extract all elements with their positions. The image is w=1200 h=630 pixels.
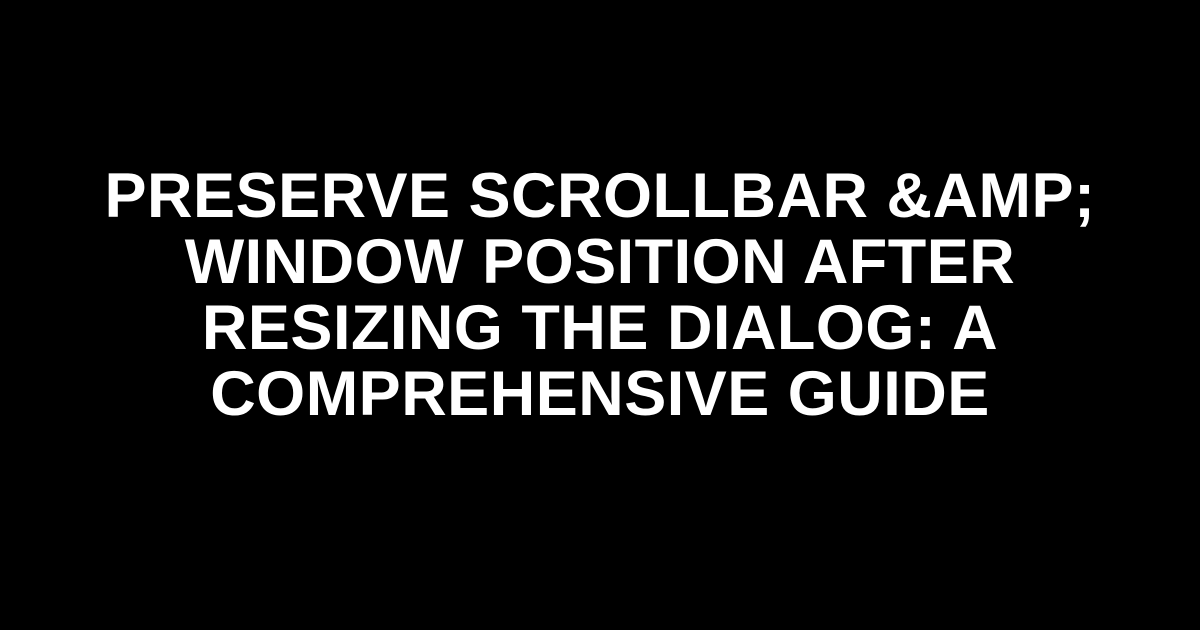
title-container: PRESERVE SCROLLBAR &AMP; WINDOW POSITION… [0, 163, 1200, 428]
page-title: PRESERVE SCROLLBAR &AMP; WINDOW POSITION… [40, 163, 1160, 428]
